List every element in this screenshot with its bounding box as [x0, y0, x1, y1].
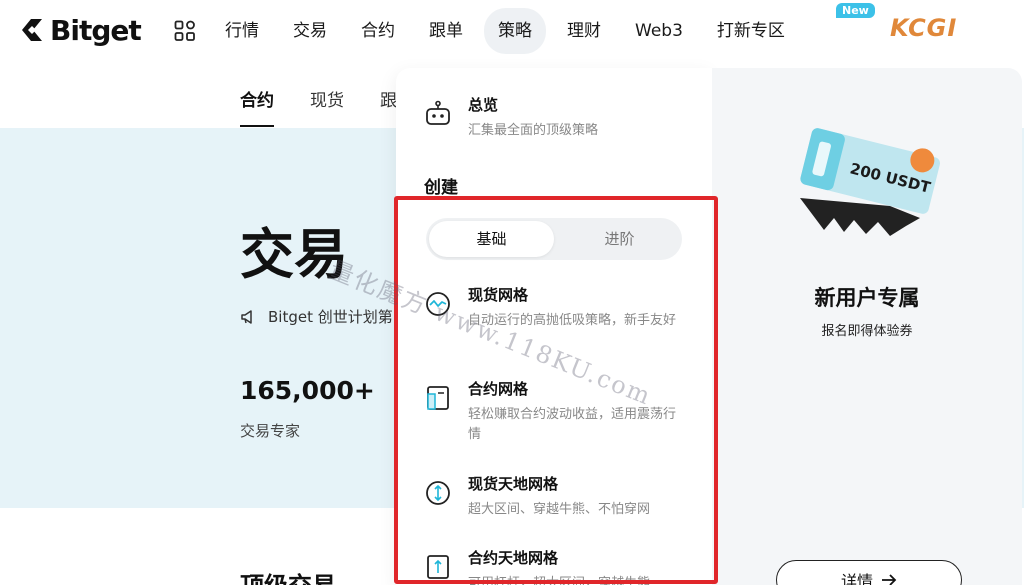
top-navbar: Bitget 行情 交易 合约 跟单 策略 理财 Web3 打新专区 New K…: [0, 0, 1024, 62]
subtab-copy[interactable]: 跟: [380, 86, 397, 111]
promo-card[interactable]: 200 USDT 新用户专属 报名即得体验券: [712, 68, 1022, 585]
overview-title: 总览: [468, 96, 499, 114]
segment-advanced[interactable]: 进阶: [557, 218, 682, 260]
nav-item-earn[interactable]: 理财: [550, 8, 618, 54]
futures-infinity-grid-desc: 可用杠杆，超大区间，穿越牛熊: [468, 576, 651, 585]
announcement-text: Bitget 创世计划第: [268, 308, 393, 326]
details-label: 详情: [840, 572, 873, 585]
promo-title: 新用户专属: [814, 286, 920, 310]
new-badge: New: [836, 3, 875, 18]
bitget-logo[interactable]: Bitget: [18, 10, 142, 50]
nav-item-market[interactable]: 行情: [208, 8, 276, 54]
overview-desc: 汇集最全面的顶级策略: [468, 123, 599, 138]
infinity-grid-desc: 超大区间、穿越牛熊、不怕穿网: [468, 502, 651, 517]
announcement[interactable]: Bitget 创世计划第: [240, 306, 393, 327]
nav-item-futures[interactable]: 合约: [344, 8, 412, 54]
kcgi-logo[interactable]: KCGI: [890, 14, 957, 42]
spot-grid-title: 现货网格: [468, 286, 529, 304]
menu-item-futures-grid[interactable]: 合约网格 轻松赚取合约波动收益，适用震荡行情: [424, 378, 694, 445]
promo-subtitle: 报名即得体验券: [821, 324, 913, 339]
strategy-dropdown: 总览 汇集最全面的顶级策略 创建 基础 进阶 现货网格 自动运行的高抛低吸策略，…: [396, 68, 1022, 585]
stat-value: 165,000+: [240, 376, 375, 405]
robot-icon: [426, 100, 450, 125]
usdt-ticket-illustration: 200 USDT: [800, 128, 940, 236]
nav-item-copy-trading[interactable]: 跟单: [412, 8, 480, 54]
nav-item-strategy[interactable]: 策略: [484, 8, 546, 54]
nav-item-trade[interactable]: 交易: [276, 8, 344, 54]
logo-text: Bitget: [50, 13, 142, 47]
bitget-logo-icon: [22, 19, 42, 41]
details-button[interactable]: 详情: [776, 560, 962, 585]
hero-title: 交易: [240, 223, 348, 286]
futures-grid-title: 合约网格: [468, 380, 529, 398]
create-section-title: 创建: [424, 178, 458, 198]
infinity-grid-icon: [426, 481, 450, 505]
menu-item-overview[interactable]: 总览 汇集最全面的顶级策略: [424, 94, 598, 141]
futures-grid-icon: [427, 386, 449, 410]
subtab-spot[interactable]: 现货: [310, 86, 344, 111]
menu-item-spot-grid[interactable]: 现货网格 自动运行的高抛低吸策略，新手友好: [424, 284, 694, 331]
apps-grid-icon[interactable]: [174, 20, 196, 42]
stat-label: 交易专家: [240, 422, 301, 440]
subtab-futures[interactable]: 合约: [240, 86, 274, 127]
futures-grid-desc: 轻松赚取合约波动收益，适用震荡行情: [468, 407, 677, 442]
arrow-right-icon: [882, 574, 897, 585]
menu-item-infinity-grid[interactable]: 现货天地网格 超大区间、穿越牛熊、不怕穿网: [424, 473, 694, 520]
page-subtabs: 合约 现货 跟: [240, 86, 397, 127]
strategy-level-toggle: 基础 进阶: [426, 218, 682, 260]
infinity-grid-title: 现货天地网格: [468, 475, 559, 493]
megaphone-icon: [241, 309, 252, 324]
nav-item-launchpad[interactable]: 打新专区: [700, 8, 802, 54]
futures-infinity-grid-title: 合约天地网格: [468, 549, 559, 567]
strategy-menu: 总览 汇集最全面的顶级策略 创建 基础 进阶 现货网格 自动运行的高抛低吸策略，…: [396, 68, 712, 585]
menu-item-futures-infinity-grid[interactable]: 合约天地网格 可用杠杆，超大区间，穿越牛熊: [424, 547, 694, 585]
futures-infinity-grid-icon: [427, 555, 449, 579]
nav-item-web3[interactable]: Web3: [618, 8, 700, 54]
spot-grid-icon: [426, 292, 450, 316]
section-heading: 顶级交易: [240, 566, 336, 585]
segment-basic[interactable]: 基础: [429, 221, 554, 257]
main-nav: 行情 交易 合约 跟单 策略 理财 Web3 打新专区: [208, 8, 802, 54]
spot-grid-desc: 自动运行的高抛低吸策略，新手友好: [468, 313, 677, 328]
